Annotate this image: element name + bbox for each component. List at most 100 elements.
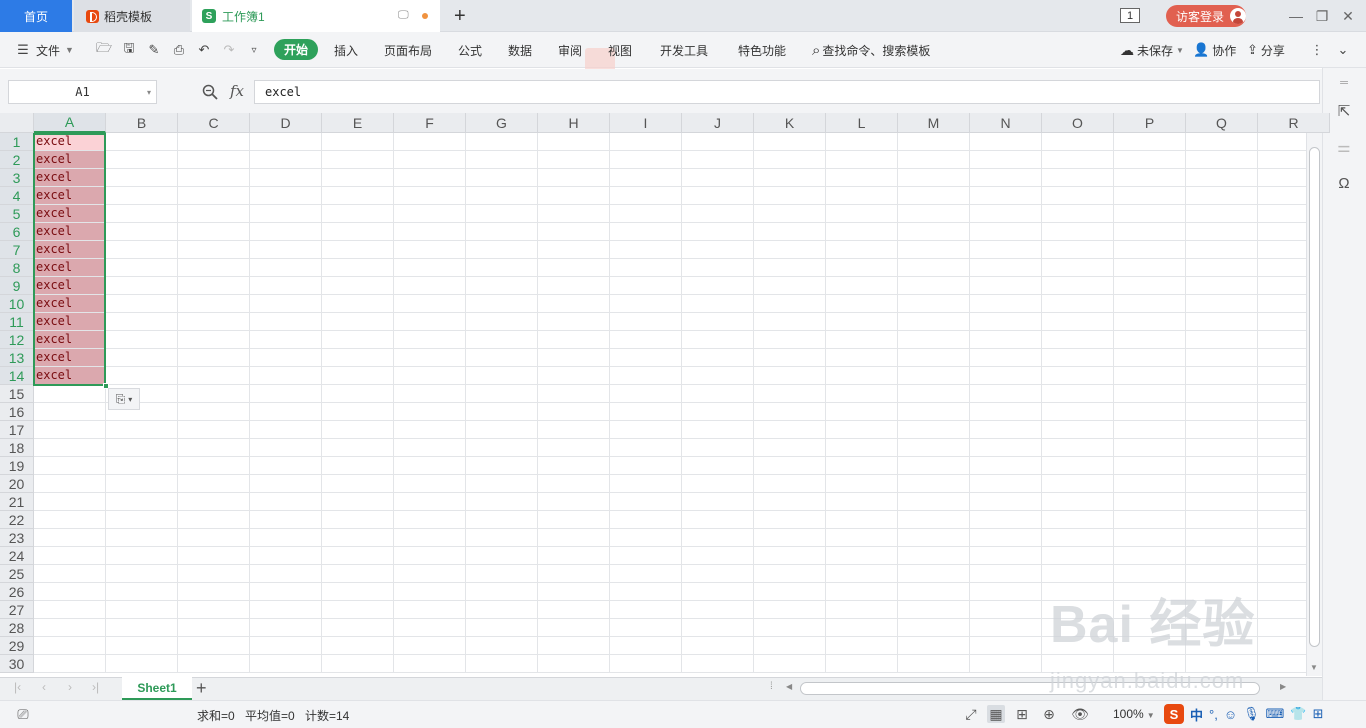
cell[interactable] [538, 187, 610, 205]
cell[interactable] [538, 655, 610, 673]
cell[interactable]: excel [34, 259, 106, 277]
cell[interactable] [1114, 349, 1186, 367]
row-header[interactable]: 17 [0, 421, 34, 439]
cell[interactable] [898, 205, 970, 223]
cell[interactable] [250, 601, 322, 619]
column-header[interactable]: E [322, 113, 394, 133]
cell[interactable] [106, 259, 178, 277]
cell[interactable] [1042, 583, 1114, 601]
cell[interactable] [610, 529, 682, 547]
cell[interactable] [394, 313, 466, 331]
macro-record-icon[interactable]: ⎚ [14, 705, 32, 723]
cell[interactable] [1042, 601, 1114, 619]
cell[interactable] [682, 421, 754, 439]
row-header[interactable]: 13 [0, 349, 34, 367]
cell[interactable] [322, 601, 394, 619]
cell[interactable] [322, 475, 394, 493]
cell[interactable] [610, 385, 682, 403]
cell[interactable] [178, 349, 250, 367]
cell[interactable] [538, 259, 610, 277]
cell[interactable] [178, 439, 250, 457]
customize-toolbar-icon[interactable]: ▿ [245, 41, 263, 59]
cell[interactable] [1186, 583, 1258, 601]
cell[interactable] [1042, 277, 1114, 295]
minimize-icon[interactable]: — [1286, 6, 1306, 26]
cell[interactable] [34, 637, 106, 655]
reading-layout-icon[interactable]: ⊕ [1040, 705, 1058, 723]
command-search[interactable]: ⌕ 查找命令、搜索模板 [812, 32, 930, 68]
cell[interactable] [898, 277, 970, 295]
cell[interactable] [682, 385, 754, 403]
cell[interactable] [610, 223, 682, 241]
cell[interactable] [1042, 637, 1114, 655]
cell[interactable] [538, 619, 610, 637]
cell[interactable] [1114, 313, 1186, 331]
fullscreen-icon[interactable]: ⤢ [962, 705, 980, 723]
cell[interactable] [466, 367, 538, 385]
cell[interactable] [898, 133, 970, 151]
cell[interactable] [754, 403, 826, 421]
cell[interactable] [178, 133, 250, 151]
cell[interactable] [682, 133, 754, 151]
cell[interactable] [106, 493, 178, 511]
cell[interactable] [898, 331, 970, 349]
column-header[interactable]: G [466, 113, 538, 133]
cell[interactable] [250, 529, 322, 547]
cell[interactable] [1114, 637, 1186, 655]
cell[interactable] [682, 151, 754, 169]
cell[interactable]: excel [34, 133, 106, 151]
scroll-down-arrow-icon[interactable]: ▼ [1310, 663, 1318, 672]
horizontal-scroll-thumb[interactable] [800, 682, 1260, 695]
tab-insert[interactable]: 插入 [334, 32, 358, 68]
cell[interactable] [466, 241, 538, 259]
row-header[interactable]: 29 [0, 637, 34, 655]
zoom-lookup-icon[interactable] [202, 84, 218, 100]
row-header[interactable]: 14 [0, 367, 34, 385]
cell[interactable] [394, 583, 466, 601]
cell[interactable] [1186, 439, 1258, 457]
cell[interactable] [106, 313, 178, 331]
cell[interactable] [106, 475, 178, 493]
cell[interactable] [610, 349, 682, 367]
cell[interactable] [250, 223, 322, 241]
cell[interactable] [610, 457, 682, 475]
cell[interactable] [106, 187, 178, 205]
paste-options-button[interactable]: ⎘ ▾ [108, 388, 140, 410]
tab-workbook[interactable]: S 工作簿1 🖵 [192, 0, 440, 32]
cell[interactable] [1042, 403, 1114, 421]
cell[interactable] [682, 277, 754, 295]
cell[interactable] [610, 313, 682, 331]
cell[interactable] [394, 295, 466, 313]
cell[interactable] [466, 259, 538, 277]
cell[interactable] [538, 403, 610, 421]
cell[interactable] [466, 439, 538, 457]
cell[interactable] [34, 403, 106, 421]
cell[interactable] [538, 295, 610, 313]
cell[interactable] [466, 655, 538, 673]
cell[interactable] [106, 169, 178, 187]
cell[interactable] [538, 385, 610, 403]
cell[interactable] [610, 277, 682, 295]
cell[interactable] [178, 565, 250, 583]
cell[interactable] [178, 655, 250, 673]
cell[interactable] [898, 439, 970, 457]
cell[interactable] [250, 277, 322, 295]
cell[interactable] [394, 205, 466, 223]
cell[interactable] [1186, 403, 1258, 421]
cell[interactable] [106, 439, 178, 457]
cell[interactable]: excel [34, 331, 106, 349]
cell[interactable] [1258, 385, 1306, 403]
cell[interactable] [1186, 331, 1258, 349]
cell[interactable] [538, 475, 610, 493]
keyboard-icon[interactable]: ⌨ [1266, 706, 1285, 722]
cell[interactable] [250, 367, 322, 385]
cell[interactable] [322, 583, 394, 601]
tab-developer[interactable]: 开发工具 [660, 32, 708, 68]
cell[interactable] [322, 151, 394, 169]
cell[interactable] [466, 187, 538, 205]
cell[interactable] [682, 331, 754, 349]
cell[interactable] [754, 529, 826, 547]
cell[interactable] [970, 277, 1042, 295]
cell[interactable]: excel [34, 151, 106, 169]
cell[interactable] [394, 385, 466, 403]
